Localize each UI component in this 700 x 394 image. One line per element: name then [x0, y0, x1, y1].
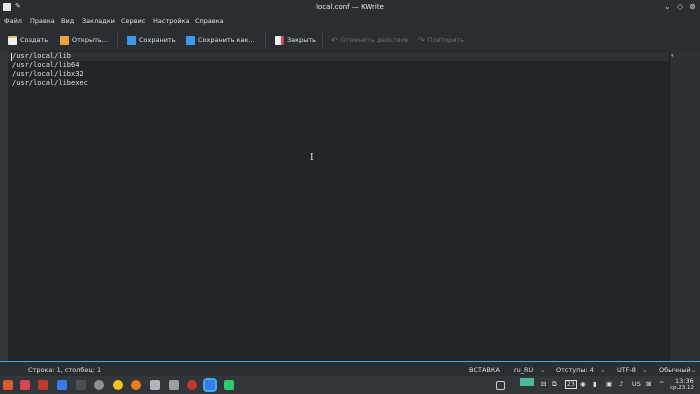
- chevron-down-icon[interactable]: ⌄: [600, 366, 605, 374]
- kwrite-task-icon[interactable]: [203, 378, 217, 392]
- input-mode[interactable]: ВСТАВКА: [469, 366, 500, 374]
- code-line[interactable]: /usr/local/libexec: [12, 79, 88, 87]
- redo-icon: ↷: [418, 35, 425, 45]
- minimize-icon[interactable]: ⌄: [664, 2, 671, 11]
- clipboard-icon[interactable]: ⊟: [541, 380, 546, 388]
- menu-file[interactable]: Файл: [4, 17, 22, 25]
- network-icon[interactable]: ◉: [580, 380, 586, 388]
- spreadsheet-icon[interactable]: [57, 380, 67, 390]
- close-document-button[interactable]: Закрыть: [275, 34, 316, 46]
- close-document-label: Закрыть: [287, 36, 316, 44]
- redo-button[interactable]: ↷ Повторить: [418, 34, 464, 46]
- layout-indicator[interactable]: US: [632, 380, 641, 388]
- chevron-down-icon[interactable]: ⌄: [642, 366, 647, 374]
- menu-help[interactable]: Справка: [195, 17, 224, 25]
- highlight-select[interactable]: Обычный: [659, 366, 691, 374]
- status-bar: Строка: 1, столбец: 1 ВСТАВКА ru_RU ⌄ От…: [0, 361, 700, 376]
- undo-button[interactable]: ↶ Отменить действие: [331, 34, 409, 46]
- show-desktop-icon[interactable]: [496, 381, 505, 390]
- close-document-icon: [275, 35, 284, 45]
- maximize-icon[interactable]: ◇: [677, 2, 683, 11]
- close-icon[interactable]: ⊗: [689, 2, 696, 11]
- messenger-icon[interactable]: [150, 380, 160, 390]
- clock-time[interactable]: 13:36: [675, 377, 694, 385]
- cherry-icon[interactable]: [187, 380, 197, 390]
- terminal-icon[interactable]: [76, 380, 86, 390]
- scroll-marker-icon: ▾: [671, 53, 674, 59]
- vpn-icon[interactable]: ⧉: [552, 380, 557, 389]
- new-button-label: Создать: [20, 36, 49, 44]
- editor-gutter: [0, 51, 8, 361]
- menu-settings[interactable]: Настройка: [153, 17, 189, 25]
- mouse-ibeam-icon: I: [310, 153, 314, 163]
- open-button[interactable]: Открыть...: [60, 34, 108, 46]
- code-line[interactable]: /usr/local/lib: [12, 52, 71, 60]
- save-button[interactable]: Сохранить: [127, 34, 176, 46]
- undo-button-label: Отменить действие: [340, 36, 409, 44]
- save-icon: [127, 35, 136, 45]
- clock-date[interactable]: ср,23.12: [670, 385, 694, 391]
- minimap-scrollbar[interactable]: ▾: [669, 51, 700, 361]
- app-menu-icon[interactable]: [3, 380, 13, 390]
- cursor-position[interactable]: Строка: 1, столбец: 1: [28, 366, 101, 374]
- notification-count[interactable]: 23: [565, 380, 577, 389]
- menu-edit[interactable]: Правка: [30, 17, 55, 25]
- folder-icon: [60, 35, 69, 45]
- save-as-button[interactable]: Сохранить как...: [186, 34, 255, 46]
- taskbar: ⊟ ⧉ 23 ◉ ▮ ▣ ♪ US ⊠ ^ 13:36 ср,23.12: [0, 376, 700, 394]
- menu-bookmarks[interactable]: Закладки: [82, 17, 115, 25]
- notes-icon[interactable]: [224, 380, 234, 390]
- toolbar-separator: [265, 32, 266, 47]
- title-bar: ✎ local.conf — KWrite ⌄ ◇ ⊗: [0, 0, 700, 14]
- toolbar: Создать Открыть... Сохранить Сохранить к…: [0, 28, 700, 52]
- save-as-icon: [186, 35, 195, 45]
- chevron-down-icon[interactable]: ⌄: [540, 366, 545, 374]
- open-button-label: Открыть...: [72, 36, 108, 44]
- text-editor[interactable]: /usr/local/lib /usr/local/lib64 /usr/loc…: [0, 51, 700, 361]
- pager-icon[interactable]: [520, 378, 534, 386]
- indent-select[interactable]: Отступы: 4: [556, 366, 594, 374]
- disk-icon[interactable]: ▣: [606, 380, 612, 388]
- current-line-highlight: [8, 52, 669, 61]
- new-button[interactable]: Создать: [8, 34, 48, 46]
- tray-expand-icon[interactable]: ^: [659, 380, 664, 388]
- undo-icon: ↶: [331, 35, 338, 45]
- menu-view[interactable]: Вид: [61, 17, 74, 25]
- user-icon[interactable]: [94, 380, 104, 390]
- dictionary-select[interactable]: ru_RU: [514, 366, 533, 374]
- save-as-button-label: Сохранить как...: [198, 36, 255, 44]
- firefox-icon[interactable]: [131, 380, 141, 390]
- menu-tools[interactable]: Сервис: [121, 17, 145, 25]
- game-icon[interactable]: [169, 380, 179, 390]
- code-line[interactable]: /usr/local/lib64: [12, 61, 79, 69]
- office-app-icon[interactable]: [38, 380, 48, 390]
- toolbar-separator: [322, 32, 323, 47]
- volume-icon[interactable]: ♪: [619, 380, 623, 388]
- code-line[interactable]: /usr/local/libx32: [12, 70, 84, 78]
- save-button-label: Сохранить: [139, 36, 176, 44]
- window-title: local.conf — KWrite: [316, 3, 384, 11]
- lan-icon[interactable]: ⊠: [646, 380, 651, 388]
- menu-bar: Файл Правка Вид Закладки Сервис Настройк…: [0, 14, 700, 28]
- chevron-down-icon[interactable]: ⌄: [691, 366, 696, 374]
- redo-button-label: Повторить: [427, 36, 465, 44]
- text-cursor: [11, 53, 12, 61]
- new-document-icon: [8, 35, 17, 45]
- toolbar-separator: [117, 32, 118, 47]
- encoding-select[interactable]: UTF-8: [617, 366, 636, 374]
- battery-icon[interactable]: ▮: [593, 380, 597, 388]
- browser-icon[interactable]: [113, 380, 123, 390]
- pin-app-icon[interactable]: [20, 380, 30, 390]
